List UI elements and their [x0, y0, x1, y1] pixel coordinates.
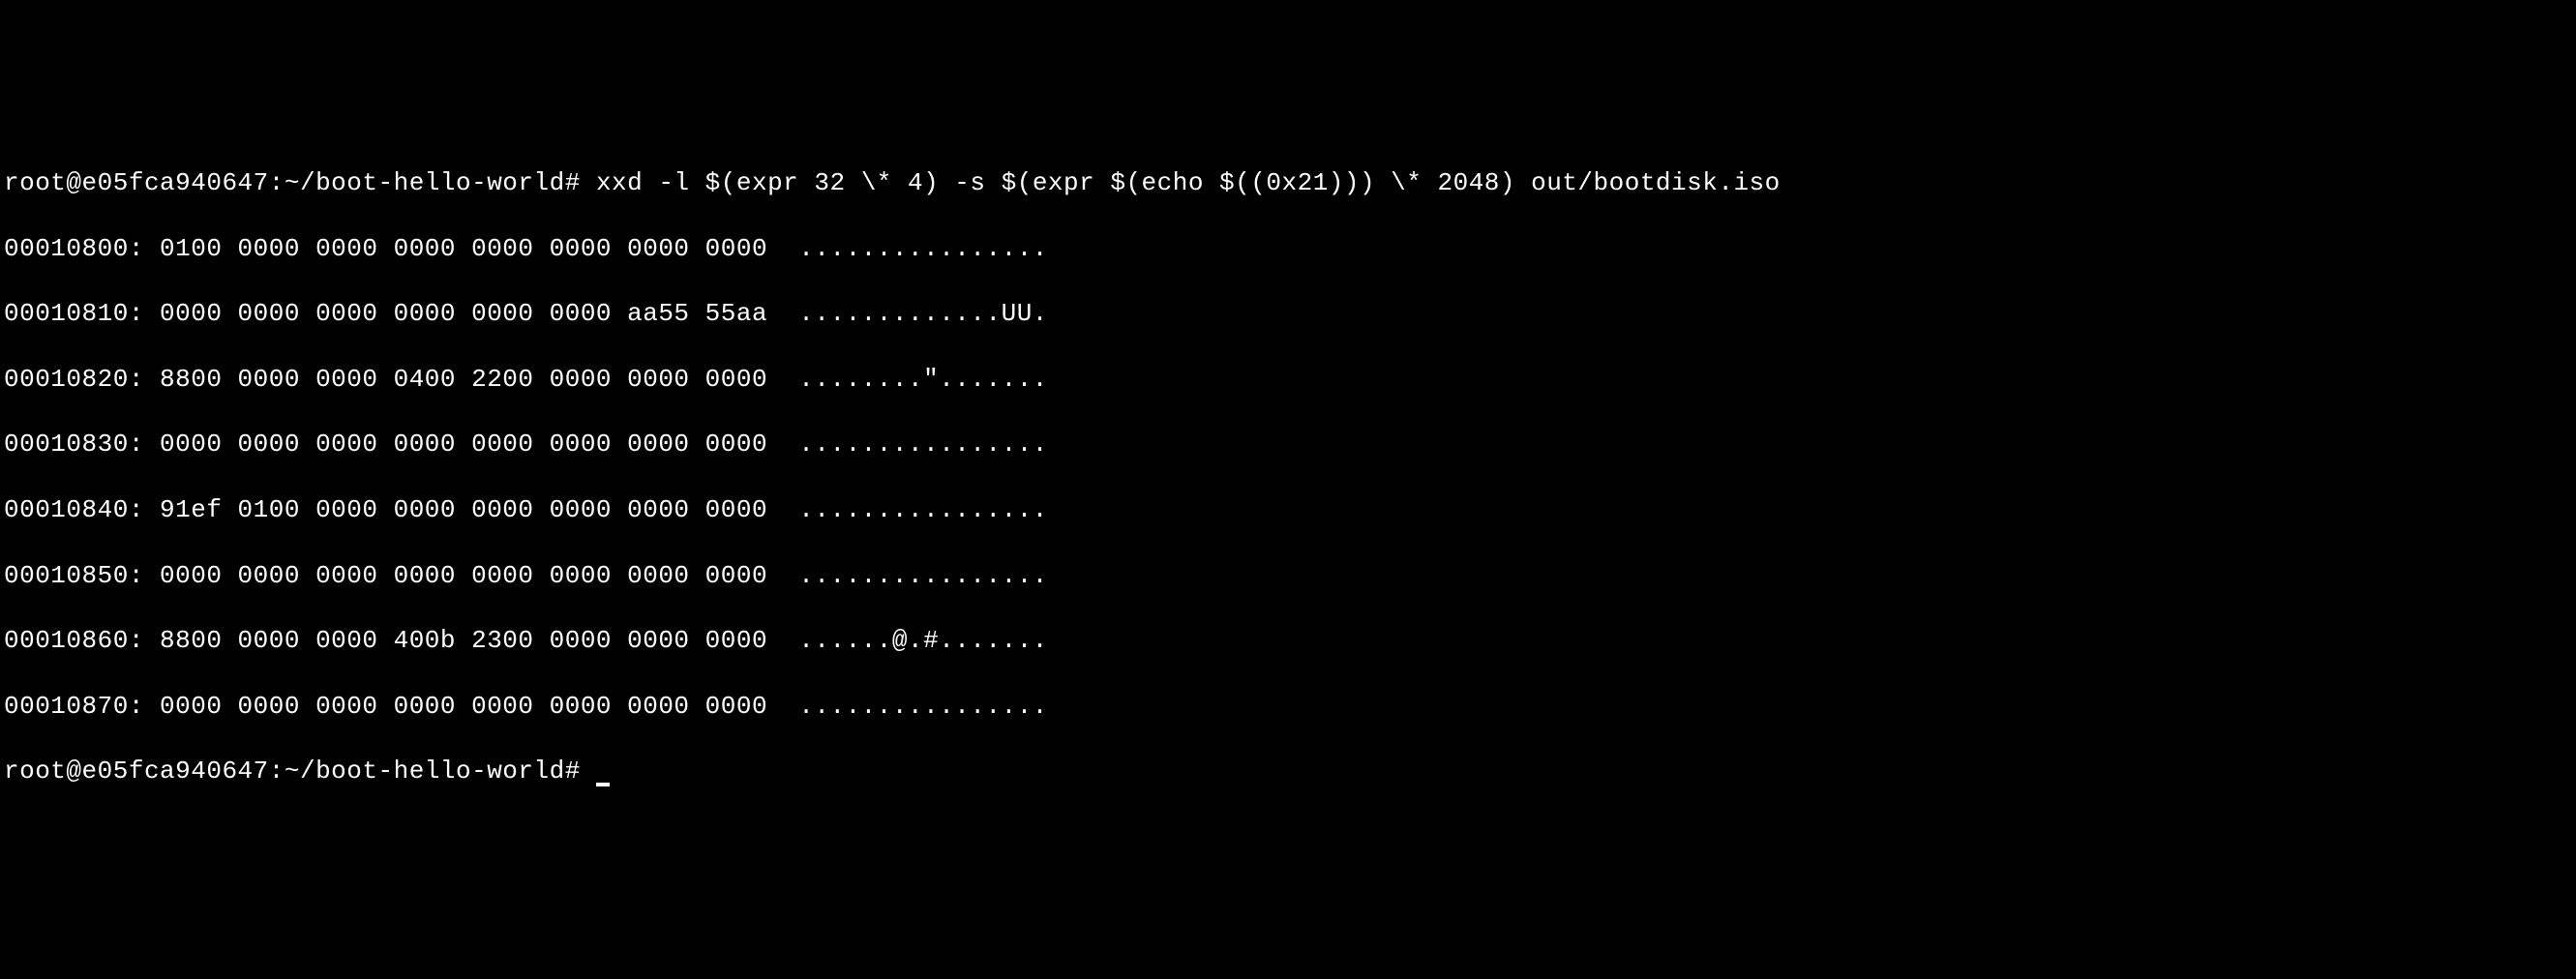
hex-offset: 00010870: [4, 692, 144, 721]
hex-offset: 00010860: [4, 626, 144, 655]
hex-ascii: .............UU. [798, 299, 1048, 328]
prompt-user: root [4, 168, 66, 197]
hex-bytes: 8800 0000 0000 400b 2300 0000 0000 0000 [160, 626, 767, 655]
hexdump-line: 00010820: 8800 0000 0000 0400 2200 0000 … [4, 364, 2572, 397]
hexdump-line: 00010840: 91ef 0100 0000 0000 0000 0000 … [4, 494, 2572, 527]
terminal-output: root@e05fca940647:~/boot-hello-world# xx… [4, 134, 2572, 821]
prompt-path: ~/boot-hello-world [285, 756, 565, 786]
hex-bytes: 8800 0000 0000 0400 2200 0000 0000 0000 [160, 365, 767, 394]
hexdump-line: 00010810: 0000 0000 0000 0000 0000 0000 … [4, 298, 2572, 331]
hex-bytes: 0000 0000 0000 0000 0000 0000 0000 0000 [160, 561, 767, 590]
hex-offset: 00010820: [4, 365, 144, 394]
command-text: xxd -l $(expr 32 \* 4) -s $(expr $(echo … [596, 168, 1781, 197]
hex-ascii: ................ [798, 561, 1048, 590]
hex-ascii: ................ [798, 234, 1048, 263]
hex-bytes: 0000 0000 0000 0000 0000 0000 aa55 55aa [160, 299, 767, 328]
hexdump-line: 00010850: 0000 0000 0000 0000 0000 0000 … [4, 560, 2572, 593]
hex-ascii: ................ [798, 495, 1048, 524]
hex-offset: 00010800: [4, 234, 144, 263]
hexdump-line: 00010860: 8800 0000 0000 400b 2300 0000 … [4, 625, 2572, 658]
hex-bytes: 0000 0000 0000 0000 0000 0000 0000 0000 [160, 430, 767, 459]
prompt-symbol: # [565, 168, 581, 197]
hex-offset: 00010850: [4, 561, 144, 590]
hexdump-line: 00010870: 0000 0000 0000 0000 0000 0000 … [4, 691, 2572, 724]
prompt-symbol: # [565, 756, 581, 786]
prompt-path: ~/boot-hello-world [285, 168, 565, 197]
hex-bytes: 0100 0000 0000 0000 0000 0000 0000 0000 [160, 234, 767, 263]
prompt-user: root [4, 756, 66, 786]
hex-offset: 00010840: [4, 495, 144, 524]
hex-bytes: 91ef 0100 0000 0000 0000 0000 0000 0000 [160, 495, 767, 524]
hex-offset: 00010810: [4, 299, 144, 328]
hex-ascii: ................ [798, 692, 1048, 721]
hex-ascii: ......@.#....... [798, 626, 1048, 655]
prompt-host: e05fca940647 [82, 168, 269, 197]
hex-bytes: 0000 0000 0000 0000 0000 0000 0000 0000 [160, 692, 767, 721]
hex-offset: 00010830: [4, 430, 144, 459]
cursor-icon [596, 783, 610, 786]
prompt-host: e05fca940647 [82, 756, 269, 786]
hex-ascii: ................ [798, 430, 1048, 459]
prompt-line[interactable]: root@e05fca940647:~/boot-hello-world# [4, 756, 2572, 788]
hexdump-line: 00010830: 0000 0000 0000 0000 0000 0000 … [4, 429, 2572, 461]
hex-ascii: ........"....... [798, 365, 1048, 394]
command-line: root@e05fca940647:~/boot-hello-world# xx… [4, 167, 2572, 200]
hexdump-line: 00010800: 0100 0000 0000 0000 0000 0000 … [4, 233, 2572, 266]
